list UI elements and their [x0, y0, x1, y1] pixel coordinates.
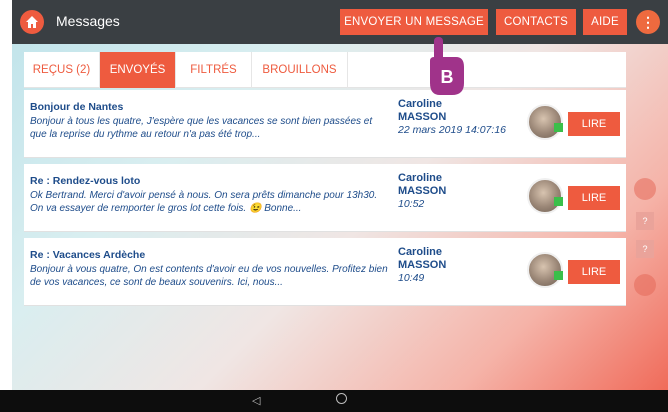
read-button[interactable]: LIRE	[568, 112, 620, 136]
avatar	[527, 178, 563, 214]
sender-first-name: Caroline	[398, 246, 443, 258]
tab-received[interactable]: REÇUS (2)	[24, 52, 100, 88]
tab-sent[interactable]: ENVOYÉS	[100, 52, 176, 88]
message-row[interactable]: Bonjour de Nantes Bonjour à tous les qua…	[24, 90, 626, 158]
message-row[interactable]: Re : Vacances Ardèche Bonjour à vous qua…	[24, 238, 626, 306]
sender-first-name: Caroline	[398, 98, 443, 110]
message-row[interactable]: Re : Rendez-vous loto Ok Bertrand. Merci…	[24, 164, 626, 232]
more-button[interactable]: ⋮	[636, 10, 660, 34]
online-indicator	[554, 271, 563, 280]
message-sender: Caroline MASSON	[398, 98, 446, 124]
home-button[interactable]	[20, 10, 44, 34]
message-preview: Ok Bertrand. Merci d'avoir pensé à nous.…	[30, 190, 378, 214]
help-button[interactable]: AIDE	[583, 9, 627, 35]
top-bar: Messages ENVOYER UN MESSAGE CONTACTS AID…	[12, 0, 668, 44]
message-preview: Bonjour à vous quatre, On est contents d…	[30, 264, 388, 288]
sender-first-name: Caroline	[398, 172, 443, 184]
pointer-hand-icon: B	[430, 37, 464, 95]
tab-drafts[interactable]: BROUILLONS	[252, 52, 348, 88]
more-icon: ⋮	[641, 13, 655, 30]
message-date: 22 mars 2019 14:07:16	[398, 124, 506, 136]
app-screen: Messages ENVOYER UN MESSAGE CONTACTS AID…	[12, 0, 668, 390]
message-subject: Bonjour de Nantes	[30, 101, 124, 113]
sender-last-name: MASSON	[398, 185, 447, 197]
message-date: 10:52	[398, 198, 425, 210]
tab-filtered[interactable]: FILTRÉS	[176, 52, 252, 88]
message-sender: Caroline MASSON	[398, 172, 446, 198]
online-indicator	[554, 197, 563, 206]
side-help-button[interactable]: ?	[636, 212, 654, 230]
message-date: 10:49	[398, 272, 425, 284]
sender-last-name: MASSON	[398, 259, 447, 271]
home-nav-icon[interactable]	[336, 393, 347, 404]
avatar	[527, 252, 563, 288]
side-circle-button[interactable]	[634, 274, 656, 296]
avatar	[527, 104, 563, 140]
android-nav-bar: ◁	[0, 390, 668, 412]
read-button[interactable]: LIRE	[568, 260, 620, 284]
message-subject: Re : Rendez-vous loto	[30, 175, 141, 187]
back-nav-icon[interactable]: ◁	[252, 394, 260, 407]
sender-last-name: MASSON	[398, 111, 447, 123]
side-help-button[interactable]: ?	[636, 240, 654, 258]
app-title: Messages	[56, 13, 120, 29]
send-message-button[interactable]: ENVOYER UN MESSAGE	[340, 9, 488, 35]
side-circle-button[interactable]	[634, 178, 656, 200]
read-button[interactable]: LIRE	[568, 186, 620, 210]
message-sender: Caroline MASSON	[398, 246, 446, 272]
online-indicator	[554, 123, 563, 132]
contacts-button[interactable]: CONTACTS	[496, 9, 576, 35]
annotation-label: B	[441, 67, 454, 87]
tab-bar: REÇUS (2) ENVOYÉS FILTRÉS BROUILLONS	[24, 52, 626, 88]
message-subject: Re : Vacances Ardèche	[30, 249, 146, 261]
home-icon	[26, 16, 38, 28]
message-preview: Bonjour à tous les quatre, J'espère que …	[30, 116, 373, 140]
